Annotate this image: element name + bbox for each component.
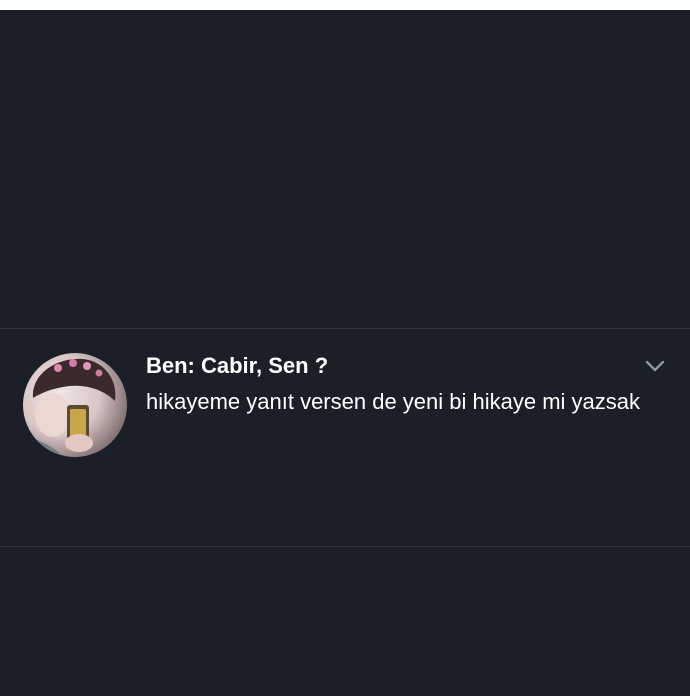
- tweet-text: hikayeme yanıt versen de yeni bi hikaye …: [146, 389, 641, 414]
- tweet-title: Ben: Cabir, Sen ?: [146, 353, 329, 378]
- avatar-photo: [23, 353, 127, 457]
- tweet-card[interactable]: Ben: Cabir, Sen ? hikayeme yanıt versen …: [0, 329, 690, 546]
- top-status-strip: [0, 0, 690, 10]
- tweet-content: Ben: Cabir, Sen ? hikayeme yanıt versen …: [146, 351, 646, 419]
- chevron-down-icon[interactable]: [644, 357, 666, 375]
- divider-bottom: [0, 546, 690, 547]
- avatar[interactable]: [23, 353, 127, 457]
